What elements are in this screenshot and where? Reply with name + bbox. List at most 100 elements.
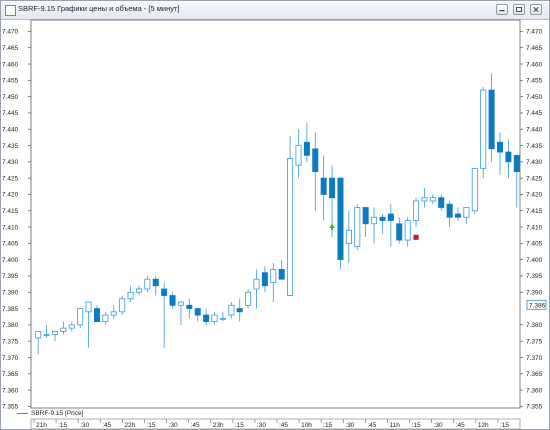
x-tick-label: :45 bbox=[191, 422, 200, 429]
candle-up bbox=[345, 229, 352, 244]
x-tick-label: :45 bbox=[456, 422, 465, 429]
candle-down bbox=[513, 154, 520, 173]
y-tick-label-left: 7.355 bbox=[2, 404, 19, 411]
candle-up bbox=[404, 220, 411, 241]
candle-up bbox=[429, 197, 436, 202]
candle-down bbox=[236, 308, 243, 313]
legend-label: SBRF-9.15 [Price] bbox=[31, 410, 84, 417]
candle-down bbox=[362, 207, 369, 225]
maximize-button[interactable] bbox=[513, 4, 525, 15]
x-tick-label: :30 bbox=[80, 422, 89, 429]
candle-down bbox=[438, 197, 445, 208]
x-tick-label: :30 bbox=[169, 422, 178, 429]
y-tick-label-right: 7.415 bbox=[526, 208, 543, 215]
candle-down bbox=[152, 278, 159, 287]
title-bar[interactable]: SBRF-9.15 Графики цены и объема - [5 мин… bbox=[1, 1, 549, 20]
y-axis-right: 7.470 7.465 7.460 7.455 7.450 7.445 7.440 7.435… bbox=[520, 29, 543, 411]
x-tick-label: 10h bbox=[301, 422, 312, 429]
close-button[interactable] bbox=[530, 4, 542, 15]
candle-up bbox=[85, 301, 92, 313]
y-tick-label-right: 7.450 bbox=[526, 94, 543, 101]
x-tick-label: 11h bbox=[389, 422, 400, 429]
candle-up bbox=[211, 314, 218, 322]
candle-down bbox=[161, 288, 168, 296]
candle-up bbox=[287, 158, 294, 296]
y-tick-label-left: 7.365 bbox=[2, 371, 19, 378]
x-tick-label: :15 bbox=[323, 422, 332, 429]
candle-up bbox=[135, 288, 142, 293]
sell-marker bbox=[413, 234, 419, 240]
candle-up bbox=[102, 314, 109, 322]
y-tick-label-left: 7.425 bbox=[2, 175, 19, 182]
candle-up bbox=[463, 207, 470, 218]
candle-up bbox=[110, 311, 117, 316]
candle-up bbox=[253, 278, 260, 290]
candle-down bbox=[186, 304, 193, 309]
y-tick-label-right: 7.445 bbox=[526, 110, 543, 117]
minimize-button[interactable] bbox=[496, 4, 508, 15]
y-tick-label-left: 7.405 bbox=[2, 241, 19, 248]
y-tick-label-left: 7.410 bbox=[2, 224, 19, 231]
candle-down bbox=[329, 177, 336, 199]
y-tick-label-right: 7.465 bbox=[526, 45, 543, 52]
x-tick-label: :45 bbox=[367, 422, 376, 429]
candle-up bbox=[51, 330, 58, 336]
x-tick-label: :45 bbox=[102, 422, 111, 429]
candle-up bbox=[144, 278, 151, 290]
candle-up bbox=[413, 200, 420, 221]
candle-up bbox=[77, 308, 84, 326]
candle-down bbox=[303, 141, 310, 156]
y-tick-label-left: 7.450 bbox=[2, 94, 19, 101]
candle-down bbox=[396, 223, 403, 241]
y-tick-label-right: 7.405 bbox=[526, 241, 543, 248]
y-tick-label-left: 7.420 bbox=[2, 192, 19, 199]
candle-up bbox=[421, 197, 428, 202]
y-tick-label-left: 7.375 bbox=[2, 338, 19, 345]
price-chart[interactable]: 7.470 7.465 7.460 7.455 7.450 7.445 7.440 7.435… bbox=[0, 19, 550, 430]
y-tick-label-left: 7.445 bbox=[2, 110, 19, 117]
candle-up bbox=[270, 269, 277, 283]
y-tick-label-left: 7.390 bbox=[2, 290, 19, 297]
candle-down bbox=[497, 141, 504, 153]
y-tick-label-left: 7.370 bbox=[2, 355, 19, 362]
candle-up bbox=[43, 334, 50, 337]
x-axis: 21h:15:30:45 22h:15:30:45 23h:15:30:45 10h:… bbox=[30, 418, 521, 430]
candle-down bbox=[93, 308, 100, 322]
candle-up bbox=[119, 298, 126, 313]
candle-down bbox=[455, 213, 462, 218]
y-tick-label-right: 7.420 bbox=[526, 192, 543, 199]
y-tick-label-right: 7.375 bbox=[526, 338, 543, 345]
candle-down bbox=[488, 89, 495, 150]
y-tick-label-right: 7.365 bbox=[526, 371, 543, 378]
candle-up bbox=[60, 327, 67, 332]
x-tick-label: 12h bbox=[478, 422, 489, 429]
candle-down bbox=[337, 177, 344, 261]
y-tick-label-left: 7.460 bbox=[2, 61, 19, 68]
y-tick-label-left: 7.440 bbox=[2, 127, 19, 134]
legend-swatch bbox=[17, 413, 28, 414]
y-tick-label-left: 7.435 bbox=[2, 143, 19, 150]
x-tick-label: 22h bbox=[124, 422, 135, 429]
candle-up bbox=[219, 317, 226, 320]
x-tick-label: :15 bbox=[58, 422, 67, 429]
y-tick-label-right: 7.400 bbox=[526, 257, 543, 264]
current-price-label: 7.386 bbox=[526, 299, 547, 310]
x-tick-label: :15 bbox=[146, 422, 155, 429]
y-tick-label-right: 7.455 bbox=[526, 78, 543, 85]
y-tick-label-left: 7.430 bbox=[2, 159, 19, 166]
maximize-icon bbox=[516, 7, 522, 12]
x-tick-label: :45 bbox=[279, 422, 288, 429]
y-tick-label-left: 7.415 bbox=[2, 208, 19, 215]
candle-down bbox=[203, 314, 210, 322]
x-tick-label: :30 bbox=[345, 422, 354, 429]
candle-down bbox=[261, 272, 268, 287]
candle-up bbox=[245, 291, 252, 306]
y-tick-label-right: 7.355 bbox=[526, 404, 543, 411]
y-tick-label-right: 7.460 bbox=[526, 61, 543, 68]
candle-down bbox=[278, 269, 285, 280]
candle-down bbox=[379, 216, 386, 221]
y-tick-label-right: 7.440 bbox=[526, 127, 543, 134]
candle-up bbox=[471, 167, 478, 212]
y-tick-label-left: 7.360 bbox=[2, 387, 19, 394]
candle-up bbox=[354, 207, 361, 248]
